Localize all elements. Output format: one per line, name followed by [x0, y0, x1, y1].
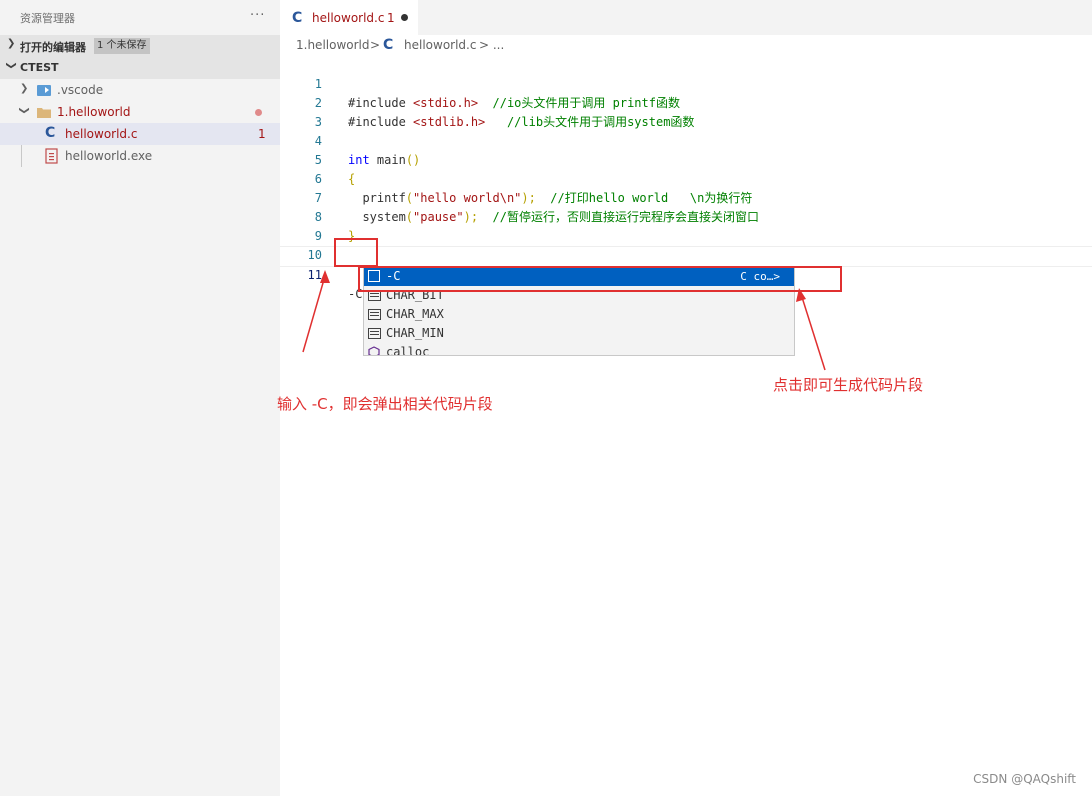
- annotation-left: 输入 -C，即会弹出相关代码片段: [277, 395, 493, 413]
- annotation-arrows: [302, 270, 826, 371]
- annotation-right: 点击即可生成代码片段: [773, 376, 924, 394]
- watermark: CSDN @QAQshift: [973, 772, 1076, 786]
